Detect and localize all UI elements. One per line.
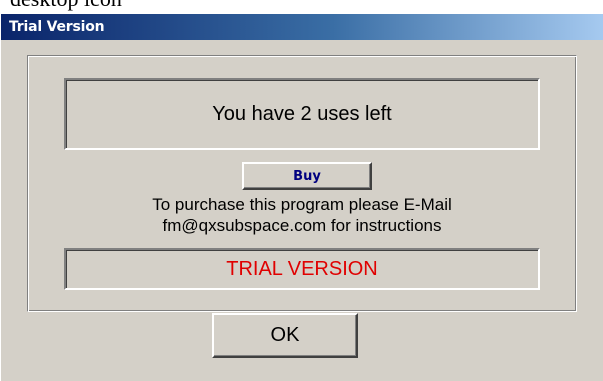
desktop-background-text: desktop icon	[10, 0, 122, 12]
ok-button[interactable]: OK	[212, 313, 358, 358]
uses-left-panel: You have 2 uses left	[64, 78, 540, 150]
title-bar[interactable]: Trial Version	[1, 14, 603, 40]
trial-version-text: TRIAL VERSION	[226, 257, 378, 280]
uses-left-text: You have 2 uses left	[212, 102, 392, 125]
purchase-instructions: To purchase this program please E-Mail f…	[28, 194, 576, 236]
trial-version-panel: TRIAL VERSION	[64, 248, 540, 290]
ok-button-label: OK	[270, 324, 300, 346]
buy-button[interactable]: Buy	[242, 162, 372, 190]
instructions-line-1: To purchase this program please E-Mail	[152, 195, 452, 214]
instructions-line-2: fm@qxsubspace.com for instructions	[162, 216, 442, 235]
window-title: Trial Version	[9, 19, 105, 35]
trial-dialog: Trial Version You have 2 uses left Buy T…	[0, 14, 603, 381]
buy-button-label: Buy	[293, 168, 321, 184]
content-group: You have 2 uses left Buy To purchase thi…	[27, 55, 577, 312]
